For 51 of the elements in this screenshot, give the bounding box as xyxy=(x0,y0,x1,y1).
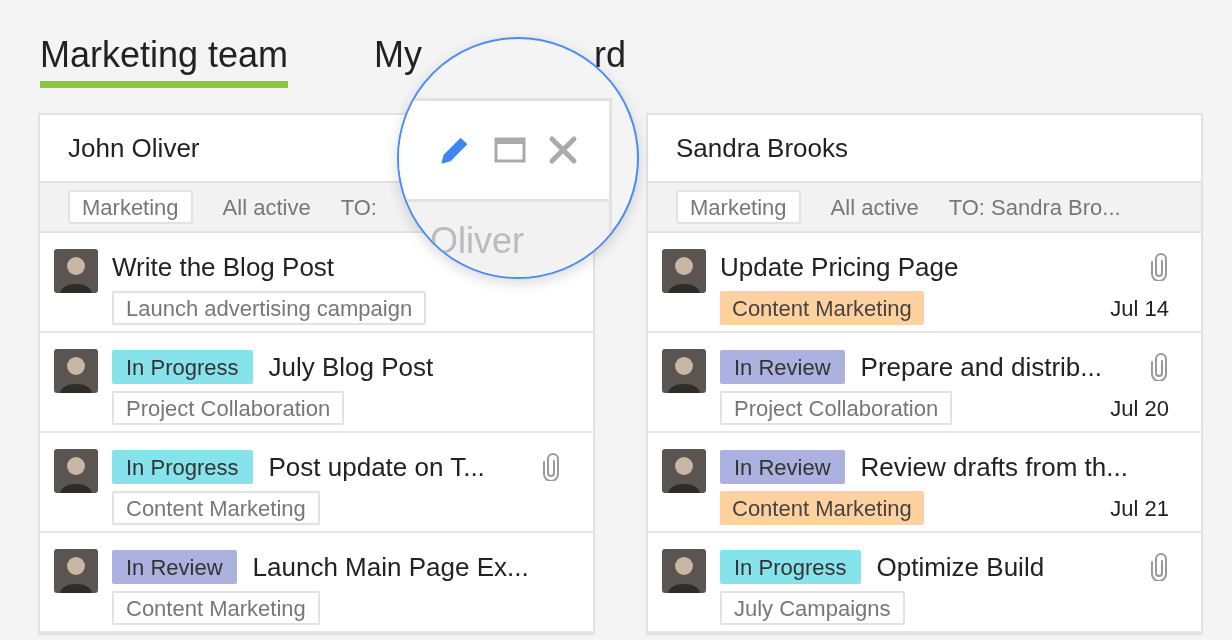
due-date: Jul 21 xyxy=(1110,495,1170,523)
project-tag: Launch advertising campaign xyxy=(112,291,427,325)
paperclip-icon[interactable] xyxy=(1151,553,1167,581)
project-tag: July Campaigns xyxy=(720,591,905,625)
close-icon[interactable] xyxy=(548,135,578,165)
tab[interactable]: Marketing team xyxy=(40,28,289,88)
paperclip-icon[interactable] xyxy=(1151,253,1167,281)
filter-chip[interactable]: TO: xyxy=(340,190,377,224)
avatar xyxy=(54,549,98,593)
task-title[interactable]: Review drafts from th... xyxy=(860,447,1128,487)
column-title: Sandra Brooks xyxy=(676,131,848,165)
status-badge: In Progress xyxy=(720,550,861,584)
filter-chip[interactable]: Marketing xyxy=(68,190,193,224)
project-tag: Content Marketing xyxy=(112,491,320,525)
task-title[interactable]: Write the Blog Post xyxy=(112,247,335,287)
task-title[interactable]: Prepare and distrib... xyxy=(860,347,1102,387)
due-date: Jul 14 xyxy=(1110,295,1170,323)
project-tag: Project Collaboration xyxy=(720,391,953,425)
project-tag: Content Marketing xyxy=(720,491,924,525)
project-tag: Content Marketing xyxy=(112,591,320,625)
avatar xyxy=(662,549,706,593)
status-badge: In Review xyxy=(720,350,845,384)
filter-chip[interactable]: All active xyxy=(222,190,311,224)
window-icon[interactable] xyxy=(494,137,526,163)
tab-label: Marketing team xyxy=(40,33,289,77)
avatar xyxy=(662,449,706,493)
filter-chip[interactable]: Marketing xyxy=(676,190,801,224)
avatar xyxy=(54,349,98,393)
paperclip-icon[interactable] xyxy=(1151,353,1167,381)
due-date: Jul 20 xyxy=(1110,395,1170,423)
avatar xyxy=(54,249,98,293)
paperclip-icon[interactable] xyxy=(543,453,559,481)
task-title[interactable]: July Blog Post xyxy=(268,347,434,387)
task-title[interactable]: Update Pricing Page xyxy=(720,247,959,287)
column-title: John Oliver xyxy=(68,131,200,165)
tab-label: My xyxy=(374,33,423,77)
status-badge: In Review xyxy=(720,450,845,484)
avatar xyxy=(662,249,706,293)
filter-chip[interactable]: TO: Sandra Bro... xyxy=(948,190,1121,224)
status-badge: In Progress xyxy=(112,350,253,384)
task-title[interactable]: Launch Main Page Ex... xyxy=(252,547,529,587)
project-tag: Content Marketing xyxy=(720,291,924,325)
task-title[interactable]: Optimize Build xyxy=(876,547,1045,587)
status-badge: In Review xyxy=(112,550,237,584)
filter-chip[interactable]: All active xyxy=(830,190,919,224)
avatar xyxy=(662,349,706,393)
avatar xyxy=(54,449,98,493)
tab-label: rd xyxy=(594,33,627,77)
project-tag: Project Collaboration xyxy=(112,391,345,425)
task-title[interactable]: Post update on T... xyxy=(268,447,485,487)
status-badge: In Progress xyxy=(112,450,253,484)
